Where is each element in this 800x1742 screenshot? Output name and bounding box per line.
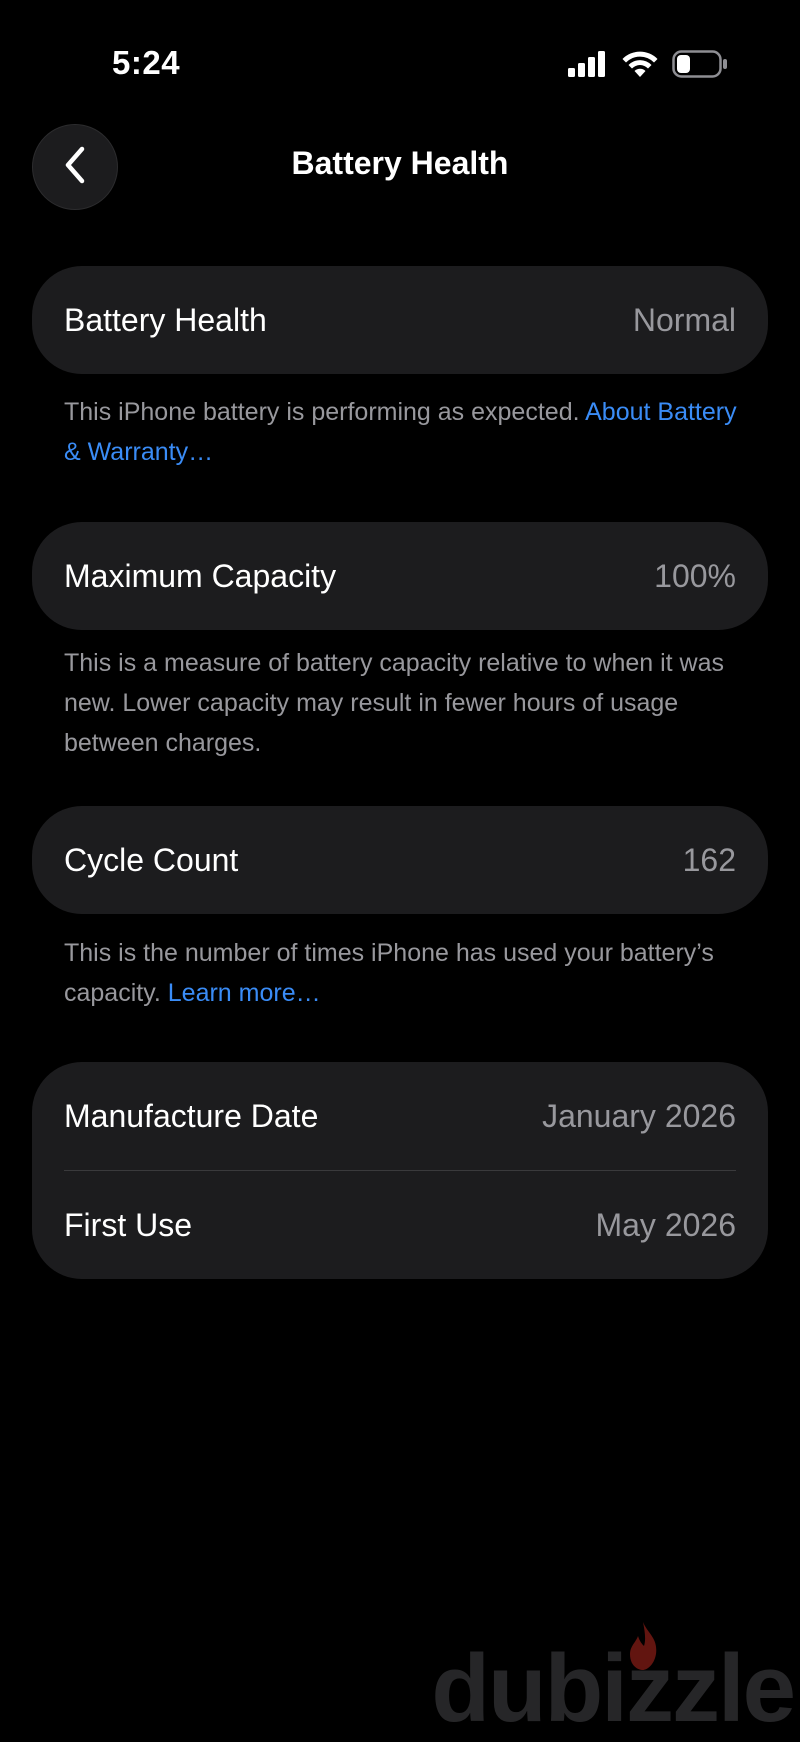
status-bar: 5:24 bbox=[0, 0, 800, 130]
cycle-count-row: Cycle Count 162 bbox=[32, 806, 768, 914]
battery-health-label: Battery Health bbox=[64, 301, 267, 338]
cycle-count-note-text: This is the number of times iPhone has u… bbox=[64, 939, 714, 1007]
status-time: 5:24 bbox=[112, 44, 181, 81]
maximum-capacity-row: Maximum Capacity 100% bbox=[32, 522, 768, 630]
first-use-value: May 2026 bbox=[595, 1206, 736, 1243]
dubizzle-watermark: dubizzle bbox=[431, 1629, 796, 1742]
maximum-capacity-value: 100% bbox=[654, 557, 736, 594]
battery-icon bbox=[672, 50, 728, 78]
battery-health-card: Battery Health Normal bbox=[32, 266, 768, 374]
maximum-capacity-label: Maximum Capacity bbox=[64, 557, 337, 594]
battery-health-note: This iPhone battery is performing as exp… bbox=[64, 392, 744, 472]
maximum-capacity-note-text: This is a measure of battery capacity re… bbox=[64, 649, 725, 757]
cellular-signal-icon bbox=[568, 51, 608, 77]
cycle-count-label: Cycle Count bbox=[64, 841, 239, 878]
manufacture-date-row: Manufacture Date January 2026 bbox=[32, 1062, 768, 1170]
battery-health-row: Battery Health Normal bbox=[32, 266, 768, 374]
cycle-count-value: 162 bbox=[682, 841, 736, 878]
maximum-capacity-card: Maximum Capacity 100% bbox=[32, 522, 768, 630]
watermark-text: dubizzle bbox=[431, 1635, 796, 1742]
page-title: Battery Health bbox=[291, 145, 509, 181]
cycle-count-card: Cycle Count 162 bbox=[32, 806, 768, 914]
learn-more-link[interactable]: Learn more… bbox=[168, 979, 321, 1007]
first-use-label: First Use bbox=[64, 1206, 192, 1243]
battery-health-value: Normal bbox=[632, 301, 736, 338]
wifi-icon bbox=[622, 51, 658, 77]
manufacture-date-label: Manufacture Date bbox=[64, 1097, 319, 1134]
flame-icon bbox=[626, 1620, 660, 1677]
battery-health-note-text: This iPhone battery is performing as exp… bbox=[64, 398, 580, 426]
dates-card: Manufacture Date January 2026 First Use … bbox=[32, 1062, 768, 1279]
first-use-row: First Use May 2026 bbox=[32, 1171, 768, 1279]
cycle-count-note: This is the number of times iPhone has u… bbox=[64, 933, 744, 1013]
maximum-capacity-note: This is a measure of battery capacity re… bbox=[64, 643, 744, 763]
manufacture-date-value: January 2026 bbox=[542, 1097, 736, 1134]
status-icons bbox=[568, 50, 728, 78]
